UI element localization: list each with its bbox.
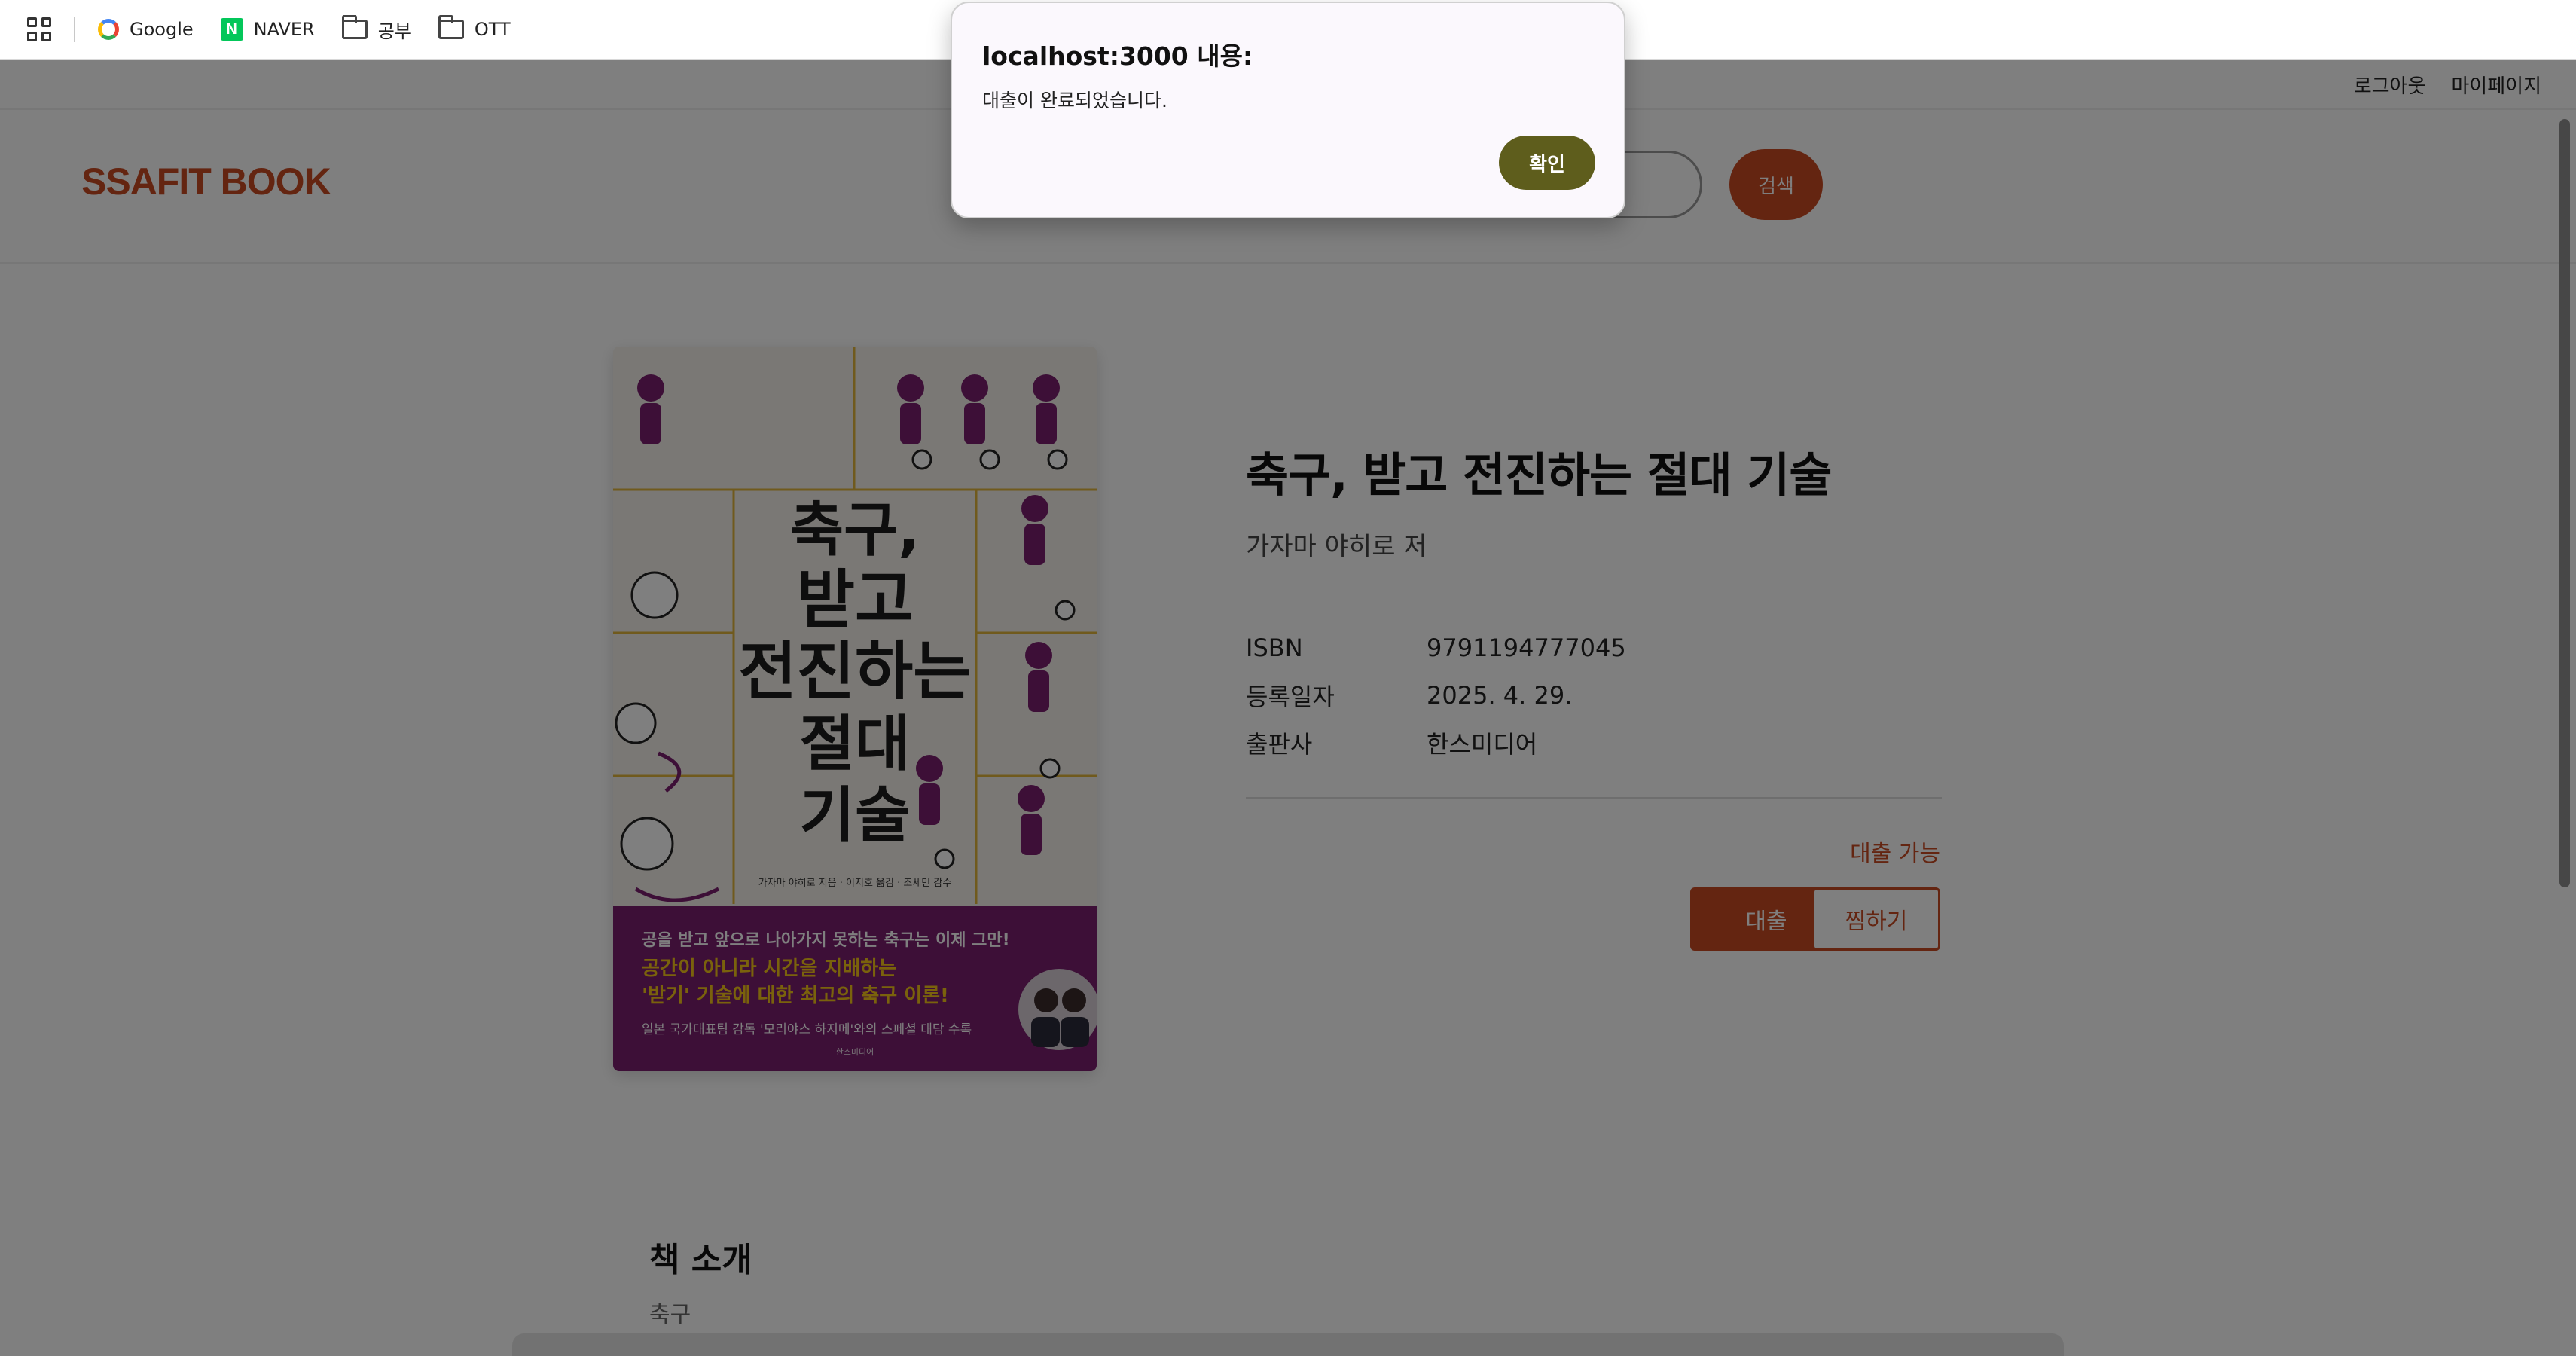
bookmark-label: Google: [130, 19, 194, 40]
naver-icon: N: [220, 18, 243, 41]
bookmarks-separator: [74, 17, 75, 42]
dialog-message: 대출이 완료되었습니다.: [982, 90, 1167, 111]
google-icon: [98, 19, 119, 40]
bottom-shadow-bar: [512, 1333, 2064, 1356]
alert-dialog: localhost:3000 내용: 대출이 완료되었습니다. 확인: [951, 2, 1625, 218]
bookmark-label: OTT: [474, 19, 511, 40]
dialog-ok-button[interactable]: 확인: [1499, 136, 1595, 190]
folder-icon: [341, 15, 368, 39]
bookmark-naver[interactable]: N NAVER: [220, 18, 315, 41]
apps-grid-icon[interactable]: [27, 17, 51, 41]
folder-icon: [438, 15, 464, 39]
bookmark-folder-ott[interactable]: OTT: [438, 15, 511, 40]
modal-backdrop: [0, 60, 2576, 1356]
bookmark-label: NAVER: [253, 19, 315, 40]
bookmark-folder-study[interactable]: 공부: [341, 15, 411, 43]
dialog-title: localhost:3000 내용:: [982, 41, 1253, 71]
bookmark-google[interactable]: Google: [98, 19, 194, 40]
bookmark-label: 공부: [377, 20, 411, 42]
